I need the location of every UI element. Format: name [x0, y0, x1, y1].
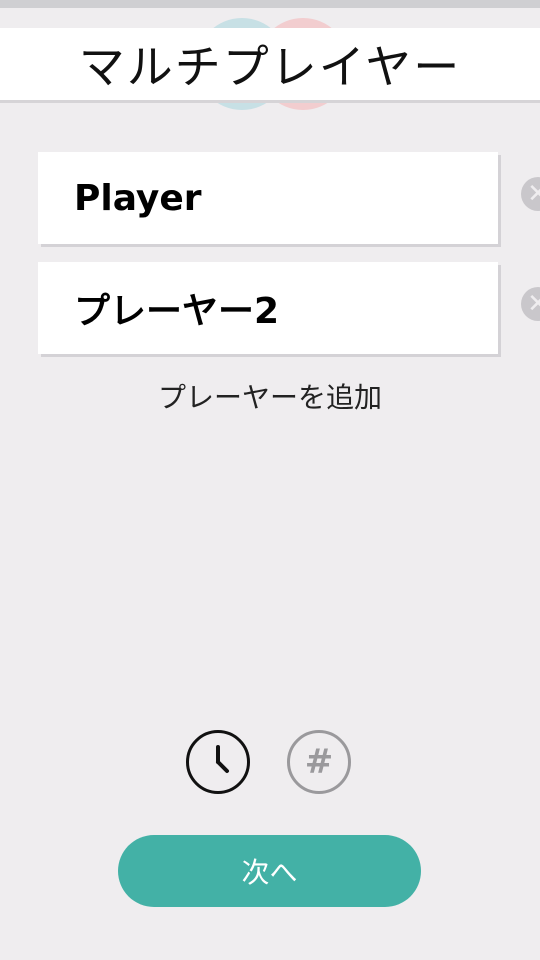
next-button[interactable]: 次へ: [118, 835, 421, 907]
close-circle-icon: ✕: [527, 289, 540, 319]
title-bar: マルチプレイヤー: [0, 28, 540, 103]
hash-icon: #: [304, 742, 334, 782]
remove-player-2-button[interactable]: ✕: [521, 287, 540, 321]
remove-player-1-button[interactable]: ✕: [521, 177, 540, 211]
hash-mode-button[interactable]: #: [287, 730, 351, 794]
close-circle-icon: ✕: [527, 179, 540, 209]
player-name-field-2[interactable]: プレーヤー2: [38, 262, 498, 354]
clock-icon: [216, 745, 229, 773]
player-name-2[interactable]: プレーヤー2: [38, 282, 279, 334]
clock-mode-button[interactable]: [186, 730, 250, 794]
player-name-field-1[interactable]: Player: [38, 152, 498, 244]
page-title: マルチプレイヤー: [78, 40, 462, 94]
player-name-1[interactable]: Player: [38, 178, 202, 219]
add-player-button[interactable]: プレーヤーを追加: [0, 376, 540, 416]
